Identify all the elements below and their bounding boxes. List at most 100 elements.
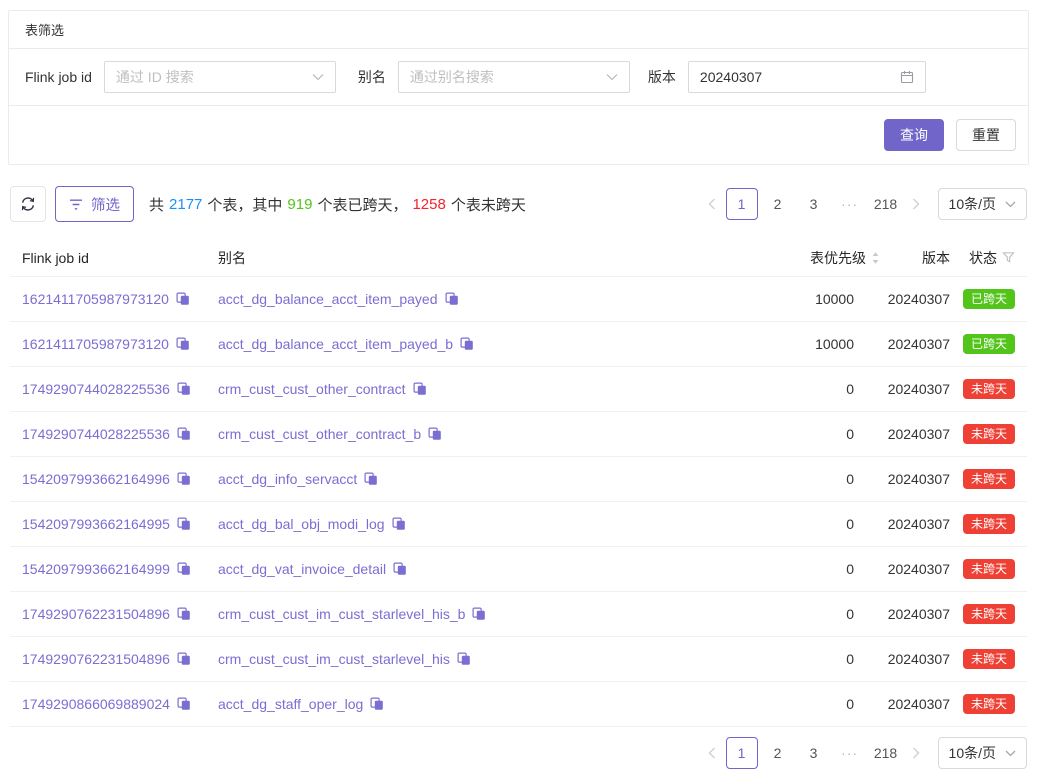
funnel-filter-icon[interactable] bbox=[1002, 251, 1015, 264]
copy-icon[interactable] bbox=[392, 517, 406, 531]
version-value: 20240307 bbox=[880, 291, 950, 307]
copy-icon[interactable] bbox=[177, 382, 191, 396]
alias-value[interactable]: crm_cust_cust_im_cust_starlevel_his_b bbox=[218, 606, 465, 622]
priority-value: 0 bbox=[658, 381, 880, 397]
header-status[interactable]: 状态 bbox=[950, 248, 1015, 268]
status-cell: 未跨天 bbox=[950, 469, 1015, 489]
pagination-page-3[interactable]: 3 bbox=[798, 737, 830, 769]
alias-link[interactable]: acct_dg_balance_acct_item_payed bbox=[218, 291, 658, 307]
flink-job-id-value[interactable]: 1542097993662164995 bbox=[22, 516, 170, 532]
flink-job-id-link[interactable]: 1621411705987973120 bbox=[22, 291, 218, 307]
alias-link[interactable]: acct_dg_vat_invoice_detail bbox=[218, 561, 658, 577]
alias-value[interactable]: acct_dg_balance_acct_item_payed bbox=[218, 291, 438, 307]
copy-icon[interactable] bbox=[177, 697, 191, 711]
flink-job-id-value[interactable]: 1749290866069889024 bbox=[22, 696, 170, 712]
pagination-page-2[interactable]: 2 bbox=[762, 737, 794, 769]
pagination-page-1[interactable]: 1 bbox=[726, 737, 758, 769]
pagination-prev-icon[interactable] bbox=[700, 188, 724, 220]
flink-job-id-link[interactable]: 1749290866069889024 bbox=[22, 696, 218, 712]
version-date-value: 20240307 bbox=[700, 69, 900, 85]
pagination-next-icon[interactable] bbox=[904, 188, 928, 220]
flink-job-id-link[interactable]: 1542097993662164995 bbox=[22, 516, 218, 532]
status-badge: 未跨天 bbox=[963, 379, 1015, 399]
query-button[interactable]: 查询 bbox=[884, 119, 944, 151]
table-row: 1542097993662164999 acct_dg_vat_invoice_… bbox=[10, 547, 1027, 592]
status-badge: 未跨天 bbox=[963, 514, 1015, 534]
flink-job-id-value[interactable]: 1749290762231504896 bbox=[22, 606, 170, 622]
pagination-page-2[interactable]: 2 bbox=[762, 188, 794, 220]
pagination: 123···218 bbox=[700, 737, 928, 769]
flink-job-id-link[interactable]: 1542097993662164999 bbox=[22, 561, 218, 577]
copy-icon[interactable] bbox=[177, 652, 191, 666]
flink-job-id-link[interactable]: 1542097993662164996 bbox=[22, 471, 218, 487]
flink-job-id-value[interactable]: 1749290744028225536 bbox=[22, 381, 170, 397]
alias-link[interactable]: crm_cust_cust_im_cust_starlevel_his_b bbox=[218, 606, 658, 622]
copy-icon[interactable] bbox=[393, 562, 407, 576]
version-date-input[interactable]: 20240307 bbox=[688, 61, 926, 93]
flink-job-id-link[interactable]: 1749290762231504896 bbox=[22, 651, 218, 667]
copy-icon[interactable] bbox=[413, 382, 427, 396]
flink-job-id-link[interactable]: 1749290762231504896 bbox=[22, 606, 218, 622]
alias-value[interactable]: crm_cust_cust_im_cust_starlevel_his bbox=[218, 651, 450, 667]
alias-value[interactable]: crm_cust_cust_other_contract_b bbox=[218, 426, 421, 442]
chevron-down-icon bbox=[606, 73, 618, 81]
alias-link[interactable]: crm_cust_cust_other_contract_b bbox=[218, 426, 658, 442]
flink-job-id-value[interactable]: 1749290744028225536 bbox=[22, 426, 170, 442]
flink-job-id-link[interactable]: 1749290744028225536 bbox=[22, 381, 218, 397]
flink-job-id-value[interactable]: 1749290762231504896 bbox=[22, 651, 170, 667]
copy-icon[interactable] bbox=[445, 292, 459, 306]
copy-icon[interactable] bbox=[364, 472, 378, 486]
filter-card-title: 表筛选 bbox=[9, 11, 1028, 49]
alias-value[interactable]: acct_dg_info_servacct bbox=[218, 471, 357, 487]
header-priority[interactable]: 表优先级 bbox=[658, 248, 880, 268]
priority-value: 10000 bbox=[658, 336, 880, 352]
copy-icon[interactable] bbox=[177, 607, 191, 621]
copy-icon[interactable] bbox=[177, 472, 191, 486]
copy-icon[interactable] bbox=[177, 427, 191, 441]
status-badge: 未跨天 bbox=[963, 649, 1015, 669]
alias-link[interactable]: acct_dg_bal_obj_modi_log bbox=[218, 516, 658, 532]
alias-value[interactable]: acct_dg_balance_acct_item_payed_b bbox=[218, 336, 453, 352]
alias-link[interactable]: acct_dg_balance_acct_item_payed_b bbox=[218, 336, 658, 352]
alias-value[interactable]: acct_dg_bal_obj_modi_log bbox=[218, 516, 385, 532]
status-badge: 已跨天 bbox=[963, 334, 1015, 354]
page-size-select[interactable]: 10条/页 bbox=[938, 737, 1027, 769]
page-size-select[interactable]: 10条/页 bbox=[938, 188, 1027, 220]
copy-icon[interactable] bbox=[457, 652, 471, 666]
alias-value[interactable]: acct_dg_staff_oper_log bbox=[218, 696, 363, 712]
copy-icon[interactable] bbox=[176, 337, 190, 351]
refresh-button[interactable] bbox=[10, 186, 46, 222]
flink-job-id-select[interactable]: 通过 ID 搜索 bbox=[104, 61, 336, 93]
copy-icon[interactable] bbox=[177, 517, 191, 531]
copy-icon[interactable] bbox=[176, 292, 190, 306]
pagination-page-218[interactable]: 218 bbox=[870, 737, 902, 769]
copy-icon[interactable] bbox=[428, 427, 442, 441]
filter-toggle-button[interactable]: 筛选 bbox=[55, 186, 134, 222]
alias-link[interactable]: acct_dg_info_servacct bbox=[218, 471, 658, 487]
copy-icon[interactable] bbox=[460, 337, 474, 351]
alias-select[interactable]: 通过别名搜索 bbox=[398, 61, 630, 93]
copy-icon[interactable] bbox=[177, 562, 191, 576]
pagination-page-1[interactable]: 1 bbox=[726, 188, 758, 220]
table-row: 1749290744028225536 crm_cust_cust_other_… bbox=[10, 412, 1027, 457]
flink-job-id-link[interactable]: 1621411705987973120 bbox=[22, 336, 218, 352]
bottom-bar: 123···218 10条/页 bbox=[10, 737, 1027, 769]
alias-link[interactable]: crm_cust_cust_im_cust_starlevel_his bbox=[218, 651, 658, 667]
alias-link[interactable]: acct_dg_staff_oper_log bbox=[218, 696, 658, 712]
alias-value[interactable]: acct_dg_vat_invoice_detail bbox=[218, 561, 386, 577]
flink-job-id-value[interactable]: 1621411705987973120 bbox=[22, 336, 169, 352]
pagination-page-218[interactable]: 218 bbox=[870, 188, 902, 220]
flink-job-id-link[interactable]: 1749290744028225536 bbox=[22, 426, 218, 442]
flink-job-id-value[interactable]: 1621411705987973120 bbox=[22, 291, 169, 307]
copy-icon[interactable] bbox=[370, 697, 384, 711]
alias-value[interactable]: crm_cust_cust_other_contract bbox=[218, 381, 406, 397]
copy-icon[interactable] bbox=[472, 607, 486, 621]
reset-button[interactable]: 重置 bbox=[956, 119, 1016, 151]
alias-link[interactable]: crm_cust_cust_other_contract bbox=[218, 381, 658, 397]
pagination-prev-icon[interactable] bbox=[700, 737, 724, 769]
flink-job-id-value[interactable]: 1542097993662164999 bbox=[22, 561, 170, 577]
pagination-page-3[interactable]: 3 bbox=[798, 188, 830, 220]
flink-job-id-value[interactable]: 1542097993662164996 bbox=[22, 471, 170, 487]
sort-icon[interactable] bbox=[871, 251, 880, 265]
pagination-next-icon[interactable] bbox=[904, 737, 928, 769]
